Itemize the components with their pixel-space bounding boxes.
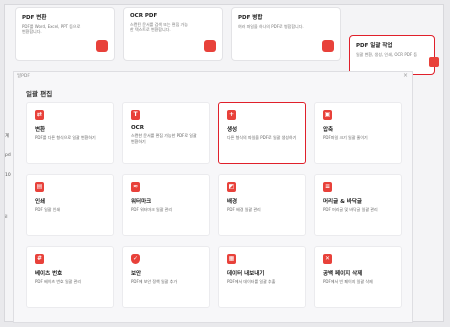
card-title: 머리글 & 바닥글 bbox=[323, 199, 362, 205]
side-fragment: 계 bbox=[5, 134, 10, 139]
card-title: OCR PDF bbox=[130, 13, 158, 19]
delete-blank-icon: ✕ bbox=[323, 254, 332, 264]
card-title: 워터마크 bbox=[131, 199, 152, 205]
side-fragment: 10 bbox=[5, 173, 11, 178]
batch-card-ocr[interactable]: T OCR 스캔한 문서를 편집 가능한 PDF로 일괄 변환하기 bbox=[122, 102, 210, 164]
card-title: 압축 bbox=[323, 127, 334, 133]
card-desc: PDF를 Word, Excel, PPT 등으로 변환합니다. bbox=[22, 24, 81, 35]
batch-card-watermark[interactable]: ≈ 워터마크 PDF 워터마크 일괄 관리 bbox=[122, 174, 210, 236]
batch-card-convert[interactable]: ⇄ 변환 PDF를 다른 형식으로 일괄 변환하기 bbox=[26, 102, 114, 164]
card-pdf-merge[interactable]: PDF 병합 여러 파일을 하나의 PDF로 병합합니다. bbox=[231, 7, 341, 61]
card-title: 베이츠 번호 bbox=[35, 271, 63, 277]
export-data-icon: ▦ bbox=[227, 254, 236, 264]
card-title: 인쇄 bbox=[35, 199, 46, 205]
card-desc: PDF 머리글 및 바닥글 일괄 관리 bbox=[323, 207, 378, 212]
batch-card-bates[interactable]: # 베이츠 번호 PDF 베이츠 번호 일괄 관리 bbox=[26, 246, 114, 308]
card-pdf-convert[interactable]: PDF 변환 PDF를 Word, Excel, PPT 등으로 변환합니다. bbox=[15, 7, 115, 61]
card-desc: PDF를 다른 형식으로 일괄 변환하기 bbox=[35, 135, 96, 140]
security-icon: ✓ bbox=[131, 254, 140, 264]
card-desc: PDF에서 데이터를 일괄 추출 bbox=[227, 279, 276, 284]
card-desc: 스캔한 문서를 편집 가능한 PDF로 일괄 변환하기 bbox=[131, 133, 197, 144]
card-desc: PDF 일괄 인쇄 bbox=[35, 207, 61, 212]
side-fragment: il bbox=[5, 215, 8, 220]
watermark-icon: ≈ bbox=[131, 182, 140, 192]
card-ocr-pdf[interactable]: OCR PDF 스캔된 문서를 검색 또는 편집 가능한 텍스트로 변환합니다. bbox=[123, 7, 223, 61]
card-desc: 다른 형식의 파일을 PDF로 일괄 생성하기 bbox=[227, 135, 297, 140]
card-desc: 여러 파일을 하나의 PDF로 병합합니다. bbox=[238, 24, 304, 29]
background-icon: ◩ bbox=[227, 182, 236, 192]
side-fragment: pd bbox=[5, 153, 11, 158]
card-title: 보안 bbox=[131, 271, 142, 277]
app-window: PDF 변환 PDF를 Word, Excel, PPT 등으로 변환합니다. … bbox=[4, 4, 445, 323]
card-desc: PDF에서 빈 페이지 일괄 삭제 bbox=[323, 279, 373, 284]
batch-card-compress[interactable]: ▣ 압축 PDF파일 크기 일괄 줄이기 bbox=[314, 102, 402, 164]
ocr-icon bbox=[204, 40, 216, 52]
card-desc: 일괄 변환, 생성, 인쇄, OCR PDF 등 bbox=[356, 52, 418, 57]
convert-icon bbox=[96, 40, 108, 52]
create-icon: + bbox=[227, 110, 236, 120]
batch-icon bbox=[429, 57, 439, 67]
print-icon: ▤ bbox=[35, 182, 44, 192]
close-icon[interactable]: × bbox=[403, 72, 408, 79]
batch-edit-dialog: 일PDF × 일괄 편집 ⇄ 변환 PDF를 다른 형식으로 일괄 변환하기 T… bbox=[13, 71, 413, 323]
card-desc: PDF 워터마크 일괄 관리 bbox=[131, 207, 173, 212]
card-desc: PDF파일 크기 일괄 줄이기 bbox=[323, 135, 368, 140]
card-title: 공백 페이지 삭제 bbox=[323, 271, 363, 277]
card-pdf-batch[interactable]: PDF 일괄 작업 일괄 변환, 생성, 인쇄, OCR PDF 등 bbox=[349, 35, 435, 75]
batch-card-create[interactable]: + 생성 다른 형식의 파일을 PDF로 일괄 생성하기 bbox=[218, 102, 306, 164]
card-desc: PDF 배경 일괄 관리 bbox=[227, 207, 261, 212]
card-desc: PDF 베이츠 번호 일괄 관리 bbox=[35, 279, 81, 284]
bates-icon: # bbox=[35, 254, 44, 264]
batch-card-print[interactable]: ▤ 인쇄 PDF 일괄 인쇄 bbox=[26, 174, 114, 236]
header-footer-icon: ≡ bbox=[323, 182, 332, 192]
top-feature-cards: PDF 변환 PDF를 Word, Excel, PPT 등으로 변환합니다. … bbox=[15, 7, 445, 75]
section-title: 일괄 편집 bbox=[26, 90, 53, 98]
compress-icon: ▣ bbox=[323, 110, 332, 120]
dialog-title: 일PDF bbox=[17, 74, 30, 79]
batch-card-security[interactable]: ✓ 보안 PDF에 보안 정책 일괄 추가 bbox=[122, 246, 210, 308]
card-title: PDF 일괄 작업 bbox=[356, 43, 393, 49]
batch-card-delete-blank[interactable]: ✕ 공백 페이지 삭제 PDF에서 빈 페이지 일괄 삭제 bbox=[314, 246, 402, 308]
batch-card-header-footer[interactable]: ≡ 머리글 & 바닥글 PDF 머리글 및 바닥글 일괄 관리 bbox=[314, 174, 402, 236]
card-title: PDF 병합 bbox=[238, 15, 263, 21]
card-title: PDF 변환 bbox=[22, 15, 47, 21]
convert-icon: ⇄ bbox=[35, 110, 44, 120]
card-title: 데이터 내보내기 bbox=[227, 271, 265, 277]
merge-icon bbox=[322, 40, 334, 52]
card-title: 변환 bbox=[35, 127, 46, 133]
card-title: OCR bbox=[131, 125, 144, 131]
card-title: 배경 bbox=[227, 199, 238, 205]
card-desc: PDF에 보안 정책 일괄 추가 bbox=[131, 279, 177, 284]
batch-card-background[interactable]: ◩ 배경 PDF 배경 일괄 관리 bbox=[218, 174, 306, 236]
card-desc: 스캔된 문서를 검색 또는 편집 가능한 텍스트로 변환합니다. bbox=[130, 22, 188, 33]
card-title: 생성 bbox=[227, 127, 238, 133]
ocr-icon: T bbox=[131, 110, 140, 120]
batch-card-export-data[interactable]: ▦ 데이터 내보내기 PDF에서 데이터를 일괄 추출 bbox=[218, 246, 306, 308]
